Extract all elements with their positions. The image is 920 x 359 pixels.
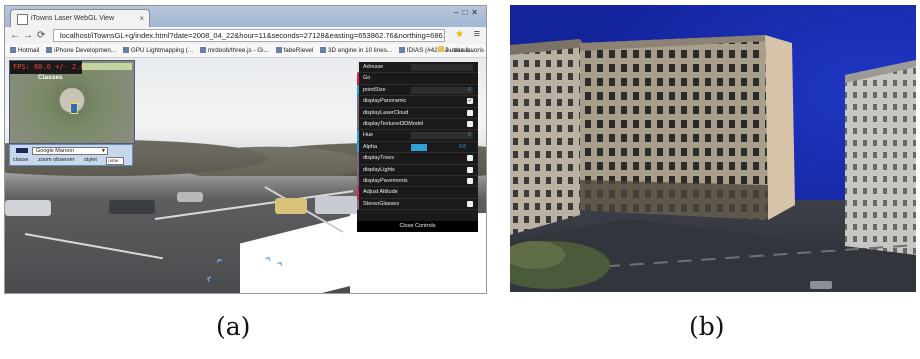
bookmarks-bar: Hotmail iPhone Developmen... GPU Lightma… xyxy=(5,44,486,58)
browser-window: iTowns Laser WebGL View × –□✕ ← → ⟳ loca… xyxy=(4,5,487,294)
buildings-illustration xyxy=(510,35,916,292)
control-label: Adjust Altitude xyxy=(363,189,398,196)
address-bar: ← → ⟳ localhost/iTownsGL+g/index.html?da… xyxy=(5,27,486,45)
color-swatch[interactable] xyxy=(16,148,28,153)
control-row[interactable]: pointSize 0 xyxy=(357,84,478,97)
car xyxy=(275,198,307,214)
checkbox[interactable] xyxy=(467,200,473,207)
back-icon[interactable]: ← xyxy=(10,29,20,42)
control-row[interactable]: StereoGlasses xyxy=(357,198,478,211)
tab-title: iTowns Laser WebGL View xyxy=(31,15,115,22)
map-option-label: classe xyxy=(13,157,29,163)
control-row[interactable]: displayPavements xyxy=(357,175,478,188)
control-row[interactable]: Adjust Altitude xyxy=(357,187,478,199)
control-label: displayTextured3DModel xyxy=(363,120,424,127)
nav-arrow-icon[interactable]: ⌃ xyxy=(203,272,222,288)
control-label: Go xyxy=(363,75,371,82)
controls-list: Adresse Go pointSize 0 displayPanoramic ✓ disp… xyxy=(357,62,478,211)
bookmark-item[interactable]: iPhone Developmen... xyxy=(46,44,116,57)
fps-counter: FPS: 60.0 +/- 2.0 xyxy=(10,61,85,74)
checkbox[interactable] xyxy=(467,109,473,116)
minimap[interactable]: FPS: 60.0 +/- 2.0 Classes xyxy=(9,60,135,144)
car xyxy=(109,200,155,214)
control-row[interactable]: displayLaserCloud xyxy=(357,107,478,119)
nav-arrow-icon[interactable]: ⌃ xyxy=(213,255,229,274)
checkbox[interactable] xyxy=(467,120,473,127)
map-type-select[interactable]: Google Maroon ▼ xyxy=(32,147,108,155)
control-row[interactable]: displayTrees xyxy=(357,153,478,165)
slider-value: 0.8 xyxy=(459,143,466,150)
tab-bar: iTowns Laser WebGL View × –□✕ xyxy=(5,6,486,27)
reload-icon[interactable]: ⟳ xyxy=(37,29,45,42)
map-option-label: zoom observer xyxy=(38,157,75,163)
car xyxy=(177,192,203,202)
control-label: displayPanoramic xyxy=(363,98,407,105)
control-row[interactable]: Alpha 0.8 xyxy=(357,141,478,154)
bookmark-item[interactable]: Hotmail xyxy=(10,44,39,57)
map-controls: Google Maroon ▼ classe zoom observer sty… xyxy=(9,144,133,166)
control-row[interactable]: displayLights xyxy=(357,164,478,176)
other-bookmarks[interactable]: Autres favoris xyxy=(437,44,484,57)
checkbox[interactable]: ✓ xyxy=(467,98,473,105)
car xyxy=(5,200,51,216)
control-label: Alpha xyxy=(363,143,378,150)
control-label: Adresse xyxy=(363,64,384,70)
position-marker-icon xyxy=(70,103,78,114)
control-input[interactable]: 0 xyxy=(411,132,473,140)
map-option-label: stylet xyxy=(84,157,97,163)
city-3d-render xyxy=(510,5,916,292)
dat-gui-controls: Adresse Go pointSize 0 displayPanoramic ✓ disp… xyxy=(357,62,478,232)
bookmark-icon xyxy=(46,47,53,53)
folder-icon xyxy=(437,46,444,52)
close-controls-button[interactable]: Close Controls xyxy=(357,221,478,232)
control-label: displayPavements xyxy=(363,177,408,184)
control-row[interactable]: displayPanoramic ✓ xyxy=(357,96,478,108)
control-label: Hue xyxy=(363,132,374,139)
control-row[interactable]: Go xyxy=(357,73,478,85)
bookmark-icon xyxy=(122,47,129,53)
car xyxy=(315,196,359,214)
minimap-label: Classes xyxy=(38,74,63,81)
map-options-row: classe zoom observer stylet none xyxy=(13,157,131,165)
control-row[interactable]: displayTextured3DModel xyxy=(357,118,478,131)
control-label: displayTrees xyxy=(363,155,394,162)
bookmark-item[interactable]: 3D engine in 10 lines... xyxy=(320,44,392,57)
close-tab-icon[interactable]: × xyxy=(139,10,144,27)
caption-a: (a) xyxy=(216,312,251,341)
chevron-down-icon: ▼ xyxy=(101,148,106,154)
github-icon xyxy=(199,47,206,53)
url-input[interactable]: localhost/iTownsGL+g/index.html?date=200… xyxy=(53,29,445,42)
control-label: StereoGlasses xyxy=(363,200,400,207)
bookmark-star-icon[interactable]: ★ xyxy=(455,29,464,40)
control-row[interactable]: Hue 0 xyxy=(357,130,478,142)
bookmark-icon xyxy=(10,47,16,53)
checkbox[interactable] xyxy=(467,166,473,173)
browser-tab[interactable]: iTowns Laser WebGL View × xyxy=(10,9,150,27)
checkbox[interactable] xyxy=(467,155,473,162)
slider[interactable] xyxy=(411,143,427,151)
checkbox[interactable] xyxy=(467,177,473,184)
caption-b: (b) xyxy=(689,312,725,341)
style-select[interactable]: none xyxy=(106,157,125,165)
road-marking xyxy=(24,233,164,260)
control-input[interactable]: 0 xyxy=(411,86,473,94)
page-icon xyxy=(17,14,28,25)
control-row[interactable]: Adresse xyxy=(357,62,478,74)
control-label: displayLaserCloud xyxy=(363,109,409,116)
bookmark-icon xyxy=(275,47,282,53)
control-input[interactable] xyxy=(411,64,473,71)
bookmark-icon xyxy=(320,47,327,53)
menu-icon[interactable]: ≡ xyxy=(474,28,480,40)
control-label: displayLights xyxy=(363,166,395,173)
fps-bar xyxy=(82,63,132,70)
window-controls[interactable]: –□✕ xyxy=(454,8,482,17)
bookmark-item[interactable]: fabeRievel xyxy=(275,44,313,57)
street-view-canvas[interactable]: FPS: 60.0 +/- 2.0 Classes Google Maroon … xyxy=(5,58,486,293)
bookmark-item[interactable]: GPU Lightmapping (... xyxy=(122,44,193,57)
bookmark-item[interactable]: mrdoob/three.js - Gi... xyxy=(199,44,269,57)
control-label: pointSize xyxy=(363,86,386,93)
bookmark-icon xyxy=(398,47,405,53)
forward-icon[interactable]: → xyxy=(23,29,33,42)
